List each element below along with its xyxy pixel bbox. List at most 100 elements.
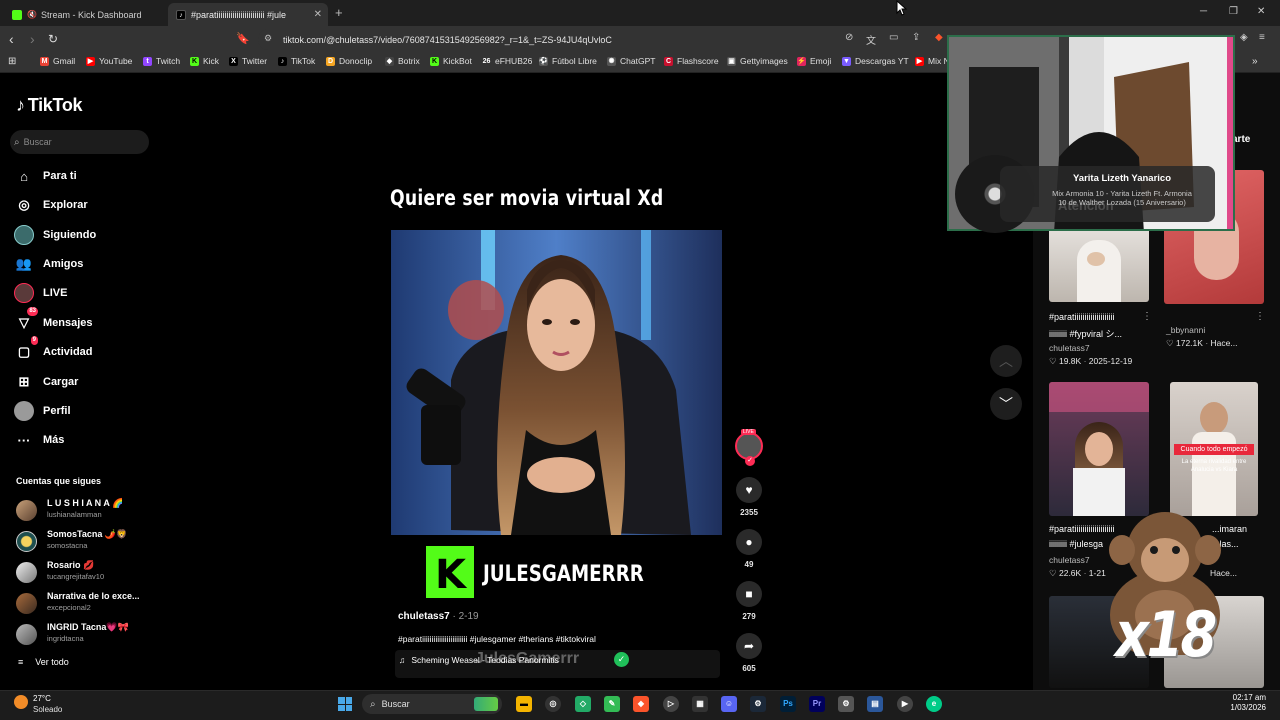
like-action[interactable]: ♥ 2355 [736, 477, 762, 517]
share-arrow-icon[interactable]: ➦ [736, 633, 762, 659]
brave-icon[interactable]: ◆ [633, 696, 649, 712]
bookmark-donoclip[interactable]: D Donoclip [326, 56, 372, 66]
related-thumb[interactable]: Cuando todo empezó La eterna rivalidad e… [1170, 382, 1258, 516]
vpn-icon[interactable]: ◈ [1240, 32, 1248, 43]
app-icon[interactable]: ◇ [575, 696, 591, 712]
chrome-icon[interactable]: ◎ [545, 696, 561, 712]
player-icon[interactable]: ▶ [897, 696, 913, 712]
following-account[interactable]: SomosTacna 🌶️🦁 somostacna [16, 529, 176, 555]
translate-icon[interactable]: 文 [866, 32, 876, 47]
nav-live[interactable]: LIVE [14, 282, 67, 304]
comment-action[interactable]: ● 49 [736, 529, 762, 569]
media-icon[interactable]: ▷ [663, 696, 679, 712]
tab-tiktok-video[interactable]: ♪ #paratiiiiiiiiiiiiiiiiiiiiiiii #jule ✕ [168, 3, 328, 26]
bookmark-icon[interactable]: ■ [736, 581, 762, 607]
bookmark-kick[interactable]: K Kick [190, 56, 219, 66]
nav-para-ti[interactable]: ⌂ Para ti [14, 165, 77, 187]
bookmark-flashscore[interactable]: C Flashscore [664, 56, 719, 66]
system-clock[interactable]: 02:17 am 1/03/2026 [1230, 693, 1266, 713]
discord-icon[interactable]: ☺ [721, 696, 737, 712]
nav-mas[interactable]: ··· Más [14, 429, 65, 451]
nav-siguiendo[interactable]: Siguiendo [14, 224, 96, 246]
file-explorer-icon[interactable]: ▬ [516, 696, 532, 712]
following-account[interactable]: Rosario 💋 tucangrejitafav10 [16, 560, 176, 586]
premiere-icon[interactable]: Pr [809, 696, 825, 712]
bookmark-gmail[interactable]: M Gmail [40, 56, 75, 66]
nav-mensajes[interactable]: ▽ 83 Mensajes [14, 307, 93, 334]
taskbar-search[interactable]: ⌕ Buscar [362, 694, 502, 714]
nav-actividad[interactable]: ▢ 9 Actividad [14, 336, 93, 363]
steam-icon[interactable]: ⚙ [750, 696, 766, 712]
new-tab-button[interactable]: + [335, 5, 343, 20]
sun-icon[interactable] [14, 695, 28, 709]
video-author[interactable]: chuletass7 · 2-19 [398, 611, 479, 622]
previous-video-button[interactable]: ︿ [990, 345, 1022, 377]
creator-live-avatar[interactable]: LIVE ✓ [735, 429, 763, 466]
photoshop-icon[interactable]: Ps [780, 696, 796, 712]
weather-temperature[interactable]: 27°C [33, 694, 51, 703]
related-title[interactable]: #paratiiiiiiiiiiiiiiiiiiii [1049, 312, 1115, 322]
settings-icon[interactable]: ⚙ [838, 696, 854, 712]
search-input[interactable]: ⌕ Buscar [10, 130, 149, 154]
bookmark-emoji[interactable]: ⚡ Emoji [797, 56, 831, 66]
notepad-icon[interactable]: ▤ [867, 696, 883, 712]
close-tab-icon[interactable]: ✕ [314, 9, 322, 20]
related-title[interactable]: iiiiiiiii #fypviral シ... [1049, 327, 1122, 340]
related-author[interactable]: _bbynanni [1166, 325, 1205, 335]
heart-icon[interactable]: ♥ [736, 477, 762, 503]
bookmark-icon[interactable]: 🔖 [236, 31, 250, 47]
nav-cargar[interactable]: ⊞ Cargar [14, 371, 79, 393]
following-account[interactable]: L U S H I A N A 🌈 lushianalamman [16, 498, 176, 524]
bookmark-futbol-libre[interactable]: ⚽ Fútbol Libre [539, 56, 597, 66]
reload-button[interactable]: ↻ [48, 31, 58, 47]
related-author[interactable]: chuletass7 [1049, 343, 1090, 353]
minimize-button[interactable]: ─ [1200, 6, 1207, 17]
apps-icon[interactable]: ⊞ [8, 56, 16, 67]
bookmark-twitch[interactable]: t Twitch [143, 56, 180, 66]
bookmark-efhub[interactable]: 26 eFHUB26 [482, 56, 532, 66]
related-thumb[interactable] [1049, 382, 1149, 516]
music-link[interactable]: ♫ Scheming Weasel - Teodias Panormitis [399, 655, 559, 665]
related-thumb[interactable] [1049, 222, 1149, 302]
more-options-icon[interactable]: ⋮ [1142, 311, 1152, 322]
cast-icon[interactable]: ▭ [889, 32, 898, 43]
more-bookmarks-icon[interactable]: » [1252, 56, 1258, 67]
bookmark-kickbot[interactable]: K KickBot [430, 56, 472, 66]
related-author[interactable]: chuletass7 [1049, 555, 1090, 565]
bookmark-chatgpt[interactable]: ✺ ChatGPT [607, 56, 655, 66]
related-title[interactable]: iiiiiiiii #julesga [1049, 539, 1103, 549]
comment-icon[interactable]: ● [736, 529, 762, 555]
tab-kick-dashboard[interactable]: 🔇 Stream - Kick Dashboard [4, 3, 164, 26]
bookmark-mix[interactable]: ▶ Mix N [915, 56, 950, 66]
share-action[interactable]: ➦ 605 [736, 633, 762, 673]
maximize-button[interactable]: ❐ [1229, 6, 1238, 17]
windows-start-icon[interactable] [338, 697, 352, 711]
following-account[interactable]: Narrativa de lo exce... excepcional2 [16, 591, 176, 617]
see-all-link[interactable]: ≡ Ver todo [18, 657, 69, 667]
bookmark-tiktok[interactable]: ♪ TikTok [278, 56, 315, 66]
close-window-button[interactable]: ✕ [1257, 6, 1265, 17]
bookmark-twitter[interactable]: X Twitter [229, 56, 267, 66]
site-info-icon[interactable]: ⚙ [264, 33, 272, 44]
bookmark-botrix[interactable]: ◆ Botrix [385, 56, 420, 66]
more-options-icon[interactable]: ⋮ [1255, 311, 1265, 322]
bookmark-descargas-yt[interactable]: ▼ Descargas YT [842, 56, 909, 66]
app-icon[interactable]: ✎ [604, 696, 620, 712]
edge-icon[interactable]: e [926, 696, 942, 712]
nav-explorar[interactable]: ◎ Explorar [14, 194, 87, 216]
next-video-button[interactable]: ﹀ [990, 388, 1022, 420]
forward-button[interactable]: › [30, 31, 35, 47]
follow-plus-icon[interactable]: ✓ [745, 456, 755, 466]
bookmark-gettyimages[interactable]: ▣ Gettyimages [727, 56, 788, 66]
save-action[interactable]: ■ 279 [736, 581, 762, 621]
nav-perfil[interactable]: Perfil [14, 400, 71, 422]
brave-shield-icon[interactable]: ◆ [935, 32, 943, 43]
following-account[interactable]: INGRID Tacna💗🎀 ingridtacna [16, 622, 176, 648]
menu-icon[interactable]: ≡ [1259, 32, 1265, 43]
video-player[interactable] [391, 230, 722, 535]
bookmark-youtube[interactable]: ▶ YouTube [86, 56, 132, 66]
back-button[interactable]: ‹ [9, 31, 14, 47]
reader-icon[interactable]: ⊘ [845, 32, 853, 43]
calculator-icon[interactable]: ▦ [692, 696, 708, 712]
weather-condition[interactable]: Soleado [33, 705, 62, 714]
